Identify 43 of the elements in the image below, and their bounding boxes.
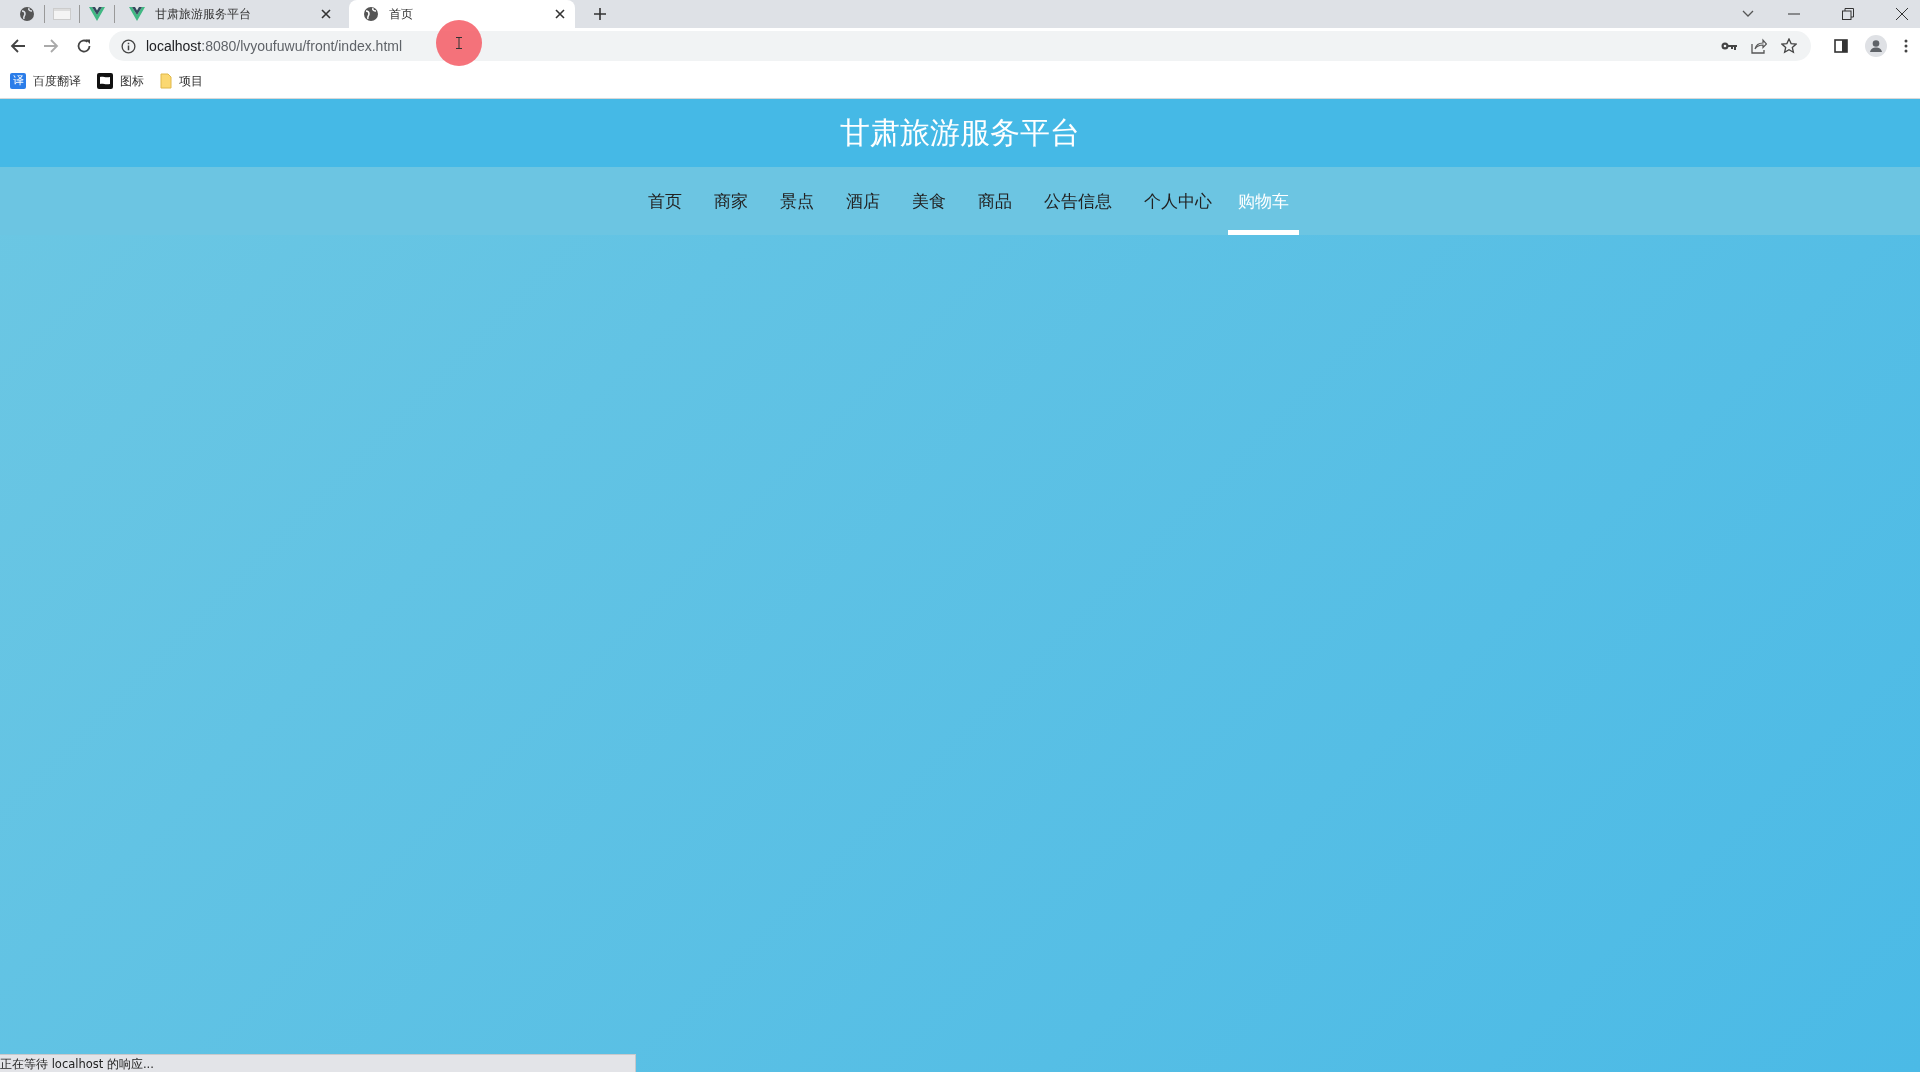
profile-icon[interactable] — [1865, 35, 1887, 57]
more-icon[interactable] — [1904, 39, 1908, 53]
close-icon[interactable] — [1896, 8, 1908, 20]
text-cursor-icon — [456, 37, 462, 49]
nav-link[interactable]: 商家 — [697, 167, 764, 235]
key-icon[interactable] — [1721, 41, 1737, 51]
url-text: localhost:8080/lvyoufuwu/front/index.html — [146, 38, 403, 54]
side-panel-icon[interactable] — [1834, 39, 1848, 53]
close-icon[interactable] — [321, 9, 331, 19]
globe-icon — [363, 6, 379, 22]
site-title: 甘肃旅游服务平台 — [840, 113, 1080, 152]
nav-link[interactable]: 公告信息 — [1027, 167, 1128, 235]
v-logo-icon — [89, 7, 105, 21]
info-icon — [121, 38, 136, 54]
nav-link[interactable]: 美食 — [895, 167, 962, 235]
browser-tab[interactable]: 首页 — [349, 0, 575, 28]
nav-link[interactable]: 酒店 — [829, 167, 896, 235]
globe-icon — [19, 6, 35, 22]
star-icon[interactable] — [1781, 38, 1797, 54]
browser-tab[interactable]: 甘肃旅游服务平台 — [115, 0, 341, 28]
nav-link[interactable]: 个人中心 — [1127, 167, 1228, 235]
translate-icon: 译 — [10, 73, 26, 89]
v-logo-icon — [129, 7, 145, 21]
flag-icon — [97, 73, 113, 89]
reload-icon[interactable] — [76, 38, 92, 54]
close-icon[interactable] — [555, 9, 565, 19]
status-bubble: 正在等待 localhost 的响应... — [0, 1054, 636, 1072]
new-tab-icon[interactable] — [593, 7, 607, 21]
bookmark[interactable]: 项目 — [160, 72, 203, 90]
folder-icon — [160, 73, 172, 89]
nav-link[interactable]: 首页 — [631, 167, 698, 235]
bookmark[interactable]: 译 百度翻译 — [10, 72, 81, 90]
bookmark[interactable]: 图标 — [97, 72, 144, 90]
nav-link[interactable]: 景点 — [763, 167, 830, 235]
tab-title: 甘肃旅游服务平台 — [155, 5, 252, 23]
address-bar[interactable]: localhost:8080/lvyoufuwu/front/index.html — [109, 31, 1811, 61]
back-arrow-icon[interactable] — [10, 38, 26, 54]
share-icon[interactable] — [1751, 38, 1767, 54]
blank-page-icon — [53, 8, 71, 20]
chevron-down-icon[interactable] — [1742, 10, 1754, 18]
tab-title: 首页 — [389, 5, 414, 23]
nav-link[interactable]: 商品 — [961, 167, 1028, 235]
restore-icon[interactable] — [1842, 8, 1854, 20]
